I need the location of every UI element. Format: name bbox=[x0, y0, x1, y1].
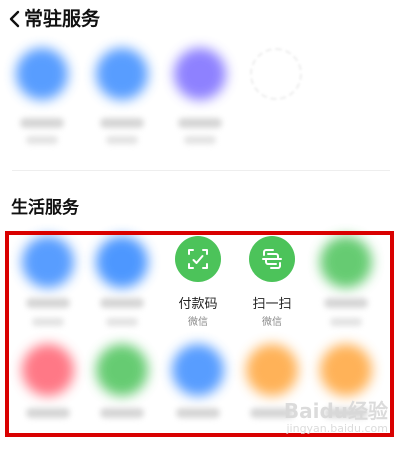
blurred-sublabel bbox=[184, 136, 216, 144]
blurred-sublabel bbox=[26, 136, 58, 144]
blurred-label bbox=[178, 118, 222, 128]
watermark-text: Baidu经验 bbox=[283, 399, 388, 423]
service-app-icon bbox=[16, 48, 68, 100]
service-app-icon bbox=[96, 48, 148, 100]
watermark-sub: jingyan.baidu.com bbox=[286, 422, 388, 435]
blurred-label bbox=[100, 118, 144, 128]
resident-service-tile[interactable] bbox=[86, 42, 158, 162]
service-app-icon bbox=[174, 48, 226, 100]
resident-service-tile[interactable] bbox=[164, 42, 236, 162]
divider bbox=[12, 170, 390, 171]
chevron-left-icon[interactable] bbox=[6, 9, 22, 29]
add-slot-icon bbox=[250, 48, 302, 100]
blurred-sublabel bbox=[106, 136, 138, 144]
resident-service-tile[interactable] bbox=[6, 42, 78, 162]
watermark: Baidu经验 jingyan.baidu.com bbox=[284, 395, 388, 435]
empty-service-slot[interactable] bbox=[240, 42, 312, 162]
blurred-label bbox=[20, 118, 64, 128]
page-title: 常驻服务 bbox=[24, 8, 101, 30]
section-title-life-services: 生活服务 bbox=[11, 198, 79, 218]
header: 常驻服务 bbox=[0, 0, 402, 40]
